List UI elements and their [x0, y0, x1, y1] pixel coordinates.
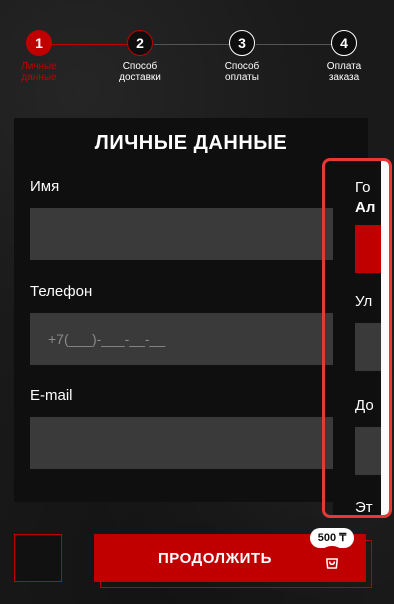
step-label-line: данные — [21, 72, 57, 83]
city-value: Ал — [355, 199, 376, 216]
name-input[interactable] — [30, 208, 354, 260]
step-label: Способ оплаты — [202, 61, 282, 83]
floor-label: Эт — [355, 499, 373, 516]
step-label-line: Оплата — [326, 61, 362, 72]
step-label-line: заказа — [328, 72, 360, 83]
step-number: 2 — [127, 30, 153, 56]
street-label: Ул — [355, 293, 373, 310]
step-number: 1 — [26, 30, 52, 56]
cart-widget[interactable]: 500 ₸ — [310, 528, 354, 588]
step-label-line: оплаты — [225, 72, 259, 83]
step-payment-method[interactable]: 3 Способ оплаты — [202, 30, 282, 83]
step-label-line: Личные — [21, 61, 57, 72]
phone-label: Телефон — [30, 283, 93, 300]
step-number: 4 — [331, 30, 357, 56]
email-label: E-mail — [30, 387, 73, 404]
name-label: Имя — [30, 178, 60, 195]
checkout-stepper: 1 Личные данные 2 Способ доставки 3 Спос… — [0, 30, 394, 100]
step-label-line: доставки — [119, 72, 161, 83]
step-delivery[interactable]: 2 Способ доставки — [100, 30, 180, 83]
step-label: Личные данные — [0, 61, 79, 83]
step-personal-data[interactable]: 1 Личные данные — [0, 30, 79, 83]
house-label: До — [355, 397, 374, 414]
shopping-bag-icon — [326, 558, 338, 569]
cart-button[interactable] — [316, 546, 348, 578]
personal-data-card: ЛИЧНЫЕ ДАННЫЕ Имя Телефон E-mail — [14, 118, 368, 502]
step-label-line: Способ — [122, 61, 158, 72]
step-order-payment[interactable]: 4 Оплата заказа — [304, 30, 384, 83]
phone-input[interactable] — [30, 313, 354, 365]
address-card-highlight: Го Ал Ул До Эт — [322, 158, 392, 518]
step-label-line: Способ — [224, 61, 260, 72]
step-label: Способ доставки — [100, 61, 180, 83]
cart-price-badge: 500 ₸ — [310, 528, 354, 548]
step-number: 3 — [229, 30, 255, 56]
email-input[interactable] — [30, 417, 354, 469]
city-label: Го — [355, 179, 371, 196]
back-button[interactable] — [14, 534, 62, 582]
scrollbar[interactable] — [381, 161, 389, 515]
step-label: Оплата заказа — [304, 61, 384, 83]
card-title: ЛИЧНЫЕ ДАННЫЕ — [94, 132, 288, 154]
